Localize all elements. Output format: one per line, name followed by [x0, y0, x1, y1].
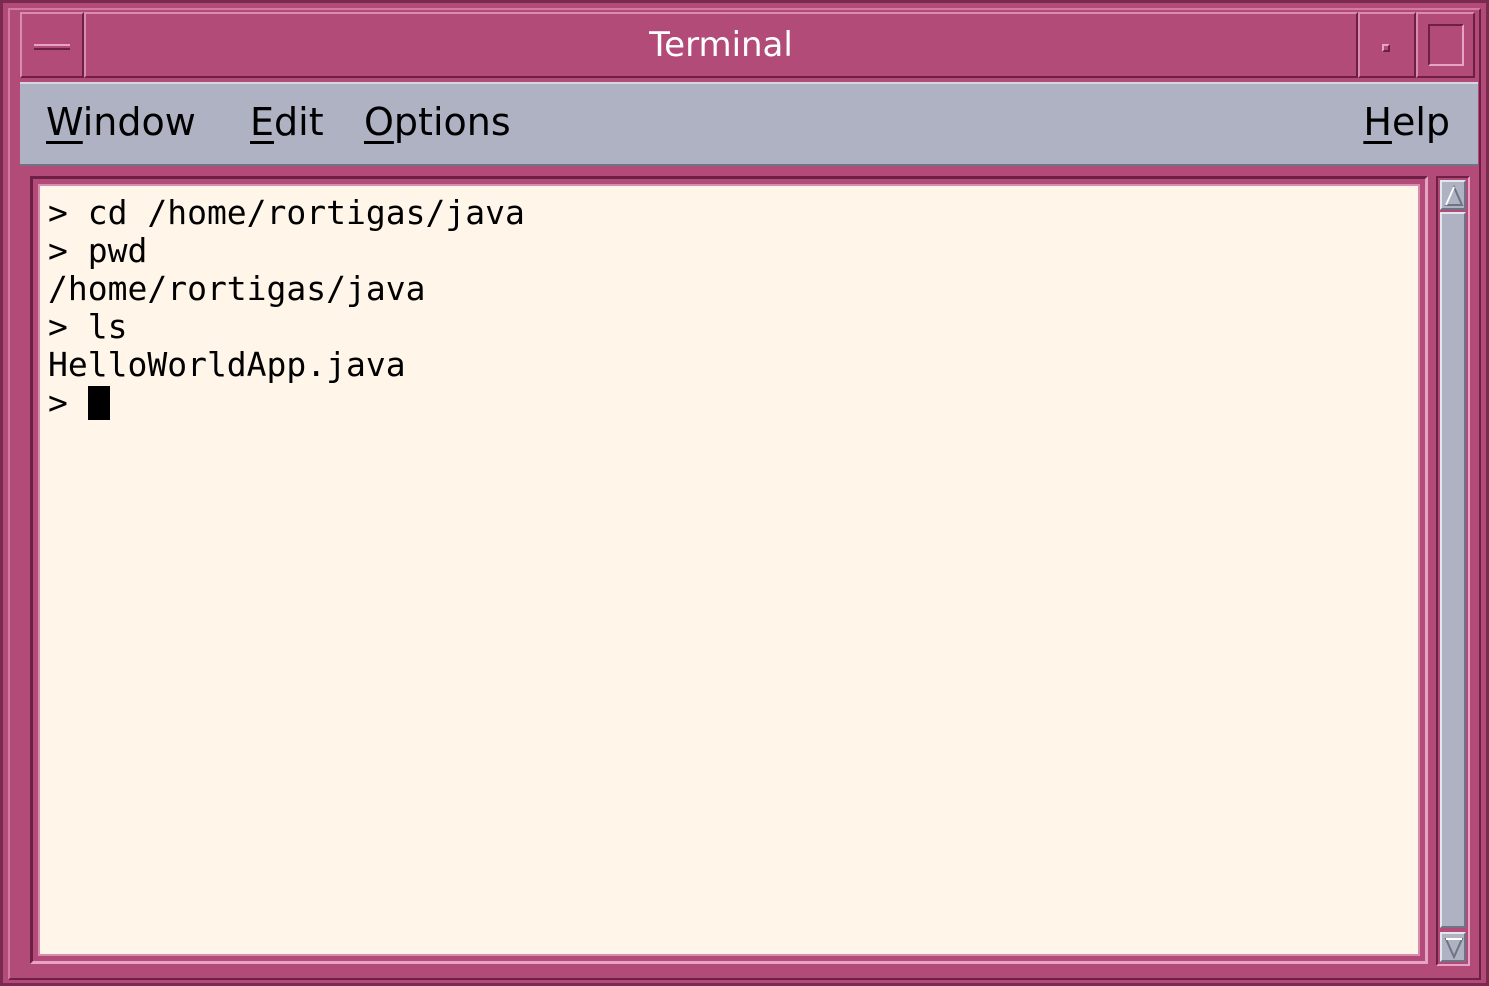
text-cursor [87, 386, 110, 420]
menu-edit-mnemonic: E [250, 100, 275, 144]
title-area[interactable]: Terminal [84, 12, 1358, 78]
terminal-line: > cd /home/rortigas/java [48, 193, 525, 232]
menu-window-mnemonic: W [46, 100, 83, 144]
menu-help-rest: elp [1391, 100, 1450, 144]
maximize-icon [1428, 24, 1464, 66]
scroll-up-button[interactable] [1440, 180, 1466, 210]
scroll-down-arrow-icon [1444, 938, 1464, 959]
minimize-icon [1382, 44, 1390, 52]
maximize-button[interactable] [1416, 12, 1475, 78]
terminal-line: HelloWorldApp.java [48, 345, 406, 384]
title-bar[interactable]: Terminal [20, 12, 1475, 80]
scroll-up-arrow-icon [1444, 185, 1464, 206]
terminal-region: > cd /home/rortigas/java > pwd /home/ror… [20, 166, 1478, 976]
menu-options[interactable]: Options [364, 100, 511, 144]
window-title: Terminal [649, 25, 793, 65]
menu-options-rest: ptions [393, 100, 511, 144]
terminal-lines: > cd /home/rortigas/java > pwd /home/ror… [48, 194, 525, 422]
window-menu-button[interactable] [20, 12, 84, 78]
scroll-down-button[interactable] [1440, 932, 1466, 962]
menu-edit-rest: dit [274, 100, 324, 144]
window-menu-icon [34, 44, 70, 50]
menu-window[interactable]: Window [46, 100, 196, 144]
menu-help[interactable]: Help [1363, 100, 1450, 144]
menu-window-rest: indow [82, 100, 196, 144]
prompt: > [48, 383, 88, 422]
vertical-scrollbar[interactable] [1436, 176, 1470, 966]
menu-edit[interactable]: Edit [250, 100, 324, 144]
terminal-line: > ls [48, 307, 128, 346]
menu-bar: Window Edit Options Help [20, 82, 1478, 166]
terminal-line: /home/rortigas/java [48, 269, 426, 308]
menu-help-mnemonic: H [1363, 100, 1392, 144]
terminal-line: > pwd [48, 231, 148, 270]
minimize-button[interactable] [1358, 12, 1416, 78]
prompt-line[interactable]: > [48, 384, 525, 422]
scrollbar-thumb[interactable] [1440, 212, 1466, 928]
terminal-output[interactable]: > cd /home/rortigas/java > pwd /home/ror… [38, 184, 1420, 956]
menu-options-mnemonic: O [364, 100, 394, 144]
